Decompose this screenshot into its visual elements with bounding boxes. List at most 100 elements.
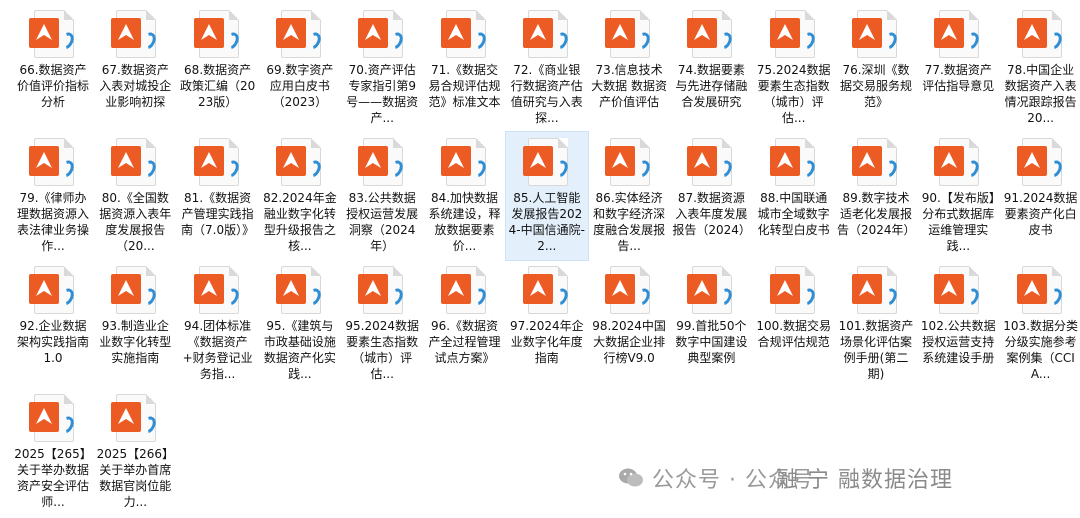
file-label: 74.数据要素与先进存储融合发展研究 bbox=[675, 63, 748, 109]
file-item[interactable]: 76.深圳《数据交易服务规范》 bbox=[835, 4, 917, 132]
file-label: 82.2024年金融业数字化转型升级报告之核... bbox=[263, 191, 337, 253]
file-item[interactable]: 95.2024数据要素生态指数（城市）评估... bbox=[341, 260, 423, 388]
pdf-file-icon bbox=[1016, 10, 1065, 58]
pdf-file-icon bbox=[440, 138, 489, 186]
file-item[interactable]: 73.信息技术 大数据 数据资产价值评估 bbox=[588, 4, 670, 132]
file-label: 96.《数据资产全过程管理试点方案》 bbox=[428, 319, 501, 365]
file-item[interactable]: 86.实体经济和数字经济深度融合发展报告... bbox=[588, 132, 670, 260]
file-item[interactable]: 101.数据资产场景化评估案例手册(第二期) bbox=[835, 260, 917, 388]
file-label: 81.《数据资产管理实践指南（7.0版）》 bbox=[181, 191, 255, 237]
pdf-file-icon bbox=[522, 10, 571, 58]
file-item[interactable]: 70.资产评估专家指引第9号——数据资产... bbox=[341, 4, 423, 132]
pdf-file-icon bbox=[193, 138, 242, 186]
pdf-file-icon bbox=[440, 10, 489, 58]
file-item[interactable]: 97.2024年企业数字化年度指南 bbox=[506, 260, 588, 388]
file-item[interactable]: 2025【265】关于举办数据资产安全评估师... bbox=[12, 388, 94, 516]
pdf-file-icon bbox=[1016, 138, 1065, 186]
file-label: 92.企业数据架构实践指南1.0 bbox=[16, 319, 89, 365]
file-item[interactable]: 66.数据资产价值评价指标分析 bbox=[12, 4, 94, 132]
pdf-file-icon bbox=[769, 138, 818, 186]
file-item[interactable]: 102.公共数据授权运营支持系统建设手册 bbox=[917, 260, 999, 388]
file-item[interactable]: 78.中国企业数据资产入表情况跟踪报告20... bbox=[1000, 4, 1080, 132]
file-label: 2025【266】关于举办首席数据官岗位能力... bbox=[96, 447, 175, 509]
file-item[interactable]: 2025【266】关于举办首席数据官岗位能力... bbox=[94, 388, 176, 516]
file-item[interactable]: 96.《数据资产全过程管理试点方案》 bbox=[424, 260, 506, 388]
file-item[interactable]: 71.《数据交易合规评估规范》标准文本 bbox=[424, 4, 506, 132]
pdf-file-icon bbox=[440, 266, 489, 314]
pdf-file-icon bbox=[193, 266, 242, 314]
file-label: 99.首批50个数字中国建设典型案例 bbox=[675, 319, 748, 365]
file-item[interactable]: 90.【发布版】分布式数据库运维管理实践... bbox=[917, 132, 999, 260]
file-item[interactable]: 82.2024年金融业数字化转型升级报告之核... bbox=[259, 132, 341, 260]
file-label: 91.2024数据要素资产化白皮书 bbox=[1003, 191, 1078, 237]
pdf-file-icon bbox=[111, 10, 159, 58]
file-item[interactable]: 79.《律师办理数据资源入表法律业务操作... bbox=[12, 132, 94, 260]
file-label: 88.中国联通城市全域数字化转型白皮书 bbox=[757, 191, 830, 237]
file-label: 66.数据资产价值评价指标分析 bbox=[16, 63, 89, 109]
file-item[interactable]: 67.数据资产入表对城投企业影响初探 bbox=[94, 4, 176, 132]
file-item[interactable]: 89.数字技术适老化发展报告（2024年） bbox=[835, 132, 917, 260]
file-item[interactable]: 91.2024数据要素资产化白皮书 bbox=[1000, 132, 1080, 260]
file-grid: 66.数据资产价值评价指标分析 67.数据资产入表对城投企业影响初探 68.数据资产… bbox=[0, 0, 1080, 518]
file-label: 2025【265】关于举办数据资产安全评估师... bbox=[14, 447, 92, 509]
file-item[interactable]: 81.《数据资产管理实践指南（7.0版）》 bbox=[177, 132, 259, 260]
file-label: 103.数据分类分级实施参考案例集（CCIA... bbox=[1003, 319, 1078, 381]
pdf-file-icon bbox=[275, 138, 324, 186]
file-label: 98.2024中国大数据企业排行榜V9.0 bbox=[592, 319, 666, 365]
pdf-file-icon bbox=[852, 266, 900, 314]
file-item[interactable]: 72.《商业银行数据资产估值研究与入表探... bbox=[506, 4, 588, 132]
file-label: 101.数据资产场景化评估案例手册(第二期) bbox=[838, 319, 914, 381]
pdf-file-icon bbox=[29, 138, 77, 186]
pdf-file-icon bbox=[522, 266, 571, 314]
pdf-file-icon bbox=[522, 138, 571, 186]
pdf-file-icon bbox=[605, 10, 653, 58]
file-item[interactable]: 94.团体标准《数据资产+财务登记业务指... bbox=[177, 260, 259, 388]
pdf-file-icon bbox=[769, 266, 818, 314]
file-label: 83.公共数据授权运营发展洞察（2024年） bbox=[346, 191, 419, 253]
watermark: 公众号 · 公众号融 宁 融数据治理 bbox=[618, 462, 1058, 493]
pdf-file-icon bbox=[605, 138, 653, 186]
file-item[interactable]: 75.2024数据要素生态指数（城市）评估... bbox=[753, 4, 835, 132]
file-label: 95.《建筑与市政基础设施数据资产化实践... bbox=[263, 319, 336, 381]
file-item[interactable]: 83.公共数据授权运营发展洞察（2024年） bbox=[341, 132, 423, 260]
file-item[interactable]: 84.加快数据系统建设，释放数据要素价... bbox=[424, 132, 506, 260]
file-label: 71.《数据交易合规评估规范》标准文本 bbox=[428, 63, 501, 109]
pdf-file-icon bbox=[687, 266, 736, 314]
file-item[interactable]: 88.中国联通城市全域数字化转型白皮书 bbox=[753, 132, 835, 260]
file-label: 84.加快数据系统建设，释放数据要素价... bbox=[428, 191, 501, 253]
file-item[interactable]: 99.首批50个数字中国建设典型案例 bbox=[670, 260, 752, 388]
pdf-file-icon bbox=[111, 138, 159, 186]
file-item[interactable]: 74.数据要素与先进存储融合发展研究 bbox=[670, 4, 752, 132]
file-item[interactable]: 103.数据分类分级实施参考案例集（CCIA... bbox=[1000, 260, 1080, 388]
pdf-file-icon bbox=[1016, 266, 1065, 314]
pdf-file-icon bbox=[29, 394, 77, 442]
file-item[interactable]: 80.《全国数据资源入表年度发展报告（20... bbox=[94, 132, 176, 260]
file-label: 69.数字资产应用白皮书（2023） bbox=[266, 63, 334, 109]
pdf-file-icon bbox=[29, 266, 77, 314]
file-label: 80.《全国数据资源入表年度发展报告（20... bbox=[99, 191, 172, 253]
pdf-file-icon bbox=[934, 138, 982, 186]
file-item[interactable]: 93.制造业企业数字化转型实施指南 bbox=[94, 260, 176, 388]
file-item[interactable]: 77.数据资产评估指导意见 bbox=[917, 4, 999, 132]
file-item[interactable]: 92.企业数据架构实践指南1.0 bbox=[12, 260, 94, 388]
file-label: 94.团体标准《数据资产+财务登记业务指... bbox=[182, 319, 253, 381]
file-label: 86.实体经济和数字经济深度融合发展报告... bbox=[593, 191, 666, 253]
file-label: 72.《商业银行数据资产估值研究与入表探... bbox=[510, 63, 583, 125]
pdf-file-icon bbox=[934, 10, 982, 58]
file-label: 79.《律师办理数据资源入表法律业务操作... bbox=[16, 191, 89, 253]
file-label: 89.数字技术适老化发展报告（2024年） bbox=[837, 191, 916, 237]
file-item[interactable]: 100.数据交易合规评估规范 bbox=[753, 260, 835, 388]
file-item[interactable]: 68.数据资产政策汇编（2023版） bbox=[177, 4, 259, 132]
pdf-file-icon bbox=[358, 138, 406, 186]
file-label: 95.2024数据要素生态指数（城市）评估... bbox=[345, 319, 419, 381]
file-item[interactable]: 87.数据资源入表年度发展报告（2024） bbox=[670, 132, 752, 260]
file-label: 73.信息技术 大数据 数据资产价值评估 bbox=[591, 63, 667, 109]
pdf-file-icon bbox=[687, 138, 736, 186]
file-item[interactable]: 85.人工智能发展报告2024-中国信通院-2... bbox=[504, 131, 589, 261]
file-item[interactable]: 98.2024中国大数据企业排行榜V9.0 bbox=[588, 260, 670, 388]
file-label: 76.深圳《数据交易服务规范》 bbox=[839, 63, 912, 109]
pdf-file-icon bbox=[852, 10, 900, 58]
file-item[interactable]: 69.数字资产应用白皮书（2023） bbox=[259, 4, 341, 132]
file-item[interactable]: 95.《建筑与市政基础设施数据资产化实践... bbox=[259, 260, 341, 388]
file-label: 100.数据交易合规评估规范 bbox=[756, 319, 832, 349]
